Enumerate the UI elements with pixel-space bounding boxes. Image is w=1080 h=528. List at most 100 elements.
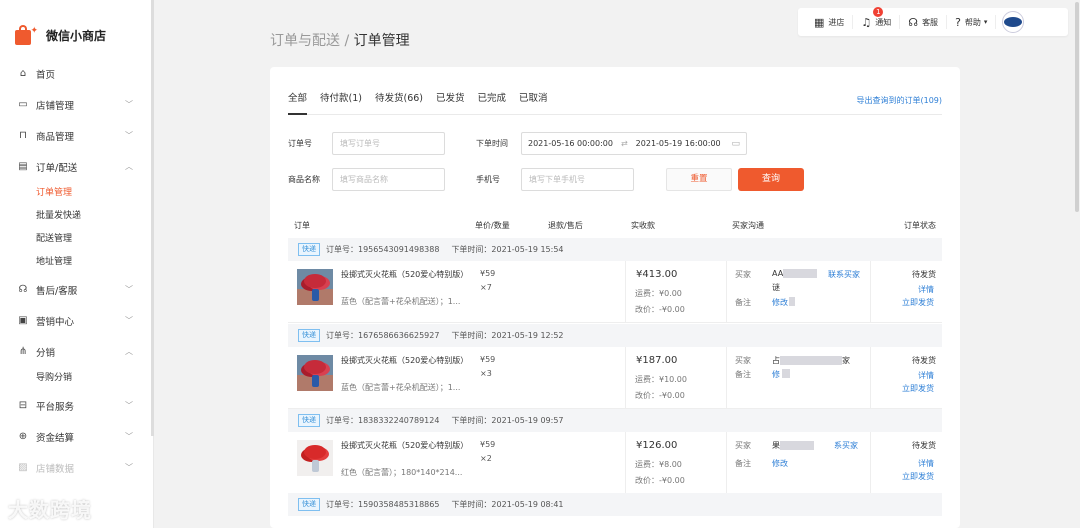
product-spec: 蓝色（配言蕾+花朵机配送）；1... — [341, 383, 461, 392]
contact-buyer-link[interactable]: 联系买家 — [828, 269, 860, 280]
headset-icon: ☊ — [18, 284, 28, 295]
calendar-icon: ▭ — [731, 138, 740, 149]
page-title: 订单与配送 / 订单管理 — [270, 30, 410, 50]
ship-now-link[interactable]: 立即发货 — [902, 297, 934, 308]
sidebar-item-store-data[interactable]: ▨ 店铺数据 ﹀ — [0, 452, 153, 483]
reset-button[interactable]: 重置 — [666, 168, 732, 191]
product-title[interactable]: 投掷式灭火花瓶（520爱心特别版） — [341, 355, 468, 366]
sidebar-item-platform[interactable]: ⊟ 平台服务 ﹀ — [0, 390, 153, 421]
order-detail-link[interactable]: 详情 — [918, 370, 934, 381]
customer-service-button[interactable]: ☊ 客服 — [900, 15, 948, 29]
sidebar-item-aftersales[interactable]: ☊ 售后/客服 ﹀ — [0, 274, 153, 305]
sidebar-item-store[interactable]: ▭ 店铺管理 ﹀ — [0, 89, 153, 120]
column-divider — [625, 432, 626, 493]
sidebar-subitem-batch-shipping[interactable]: 批量发快递 — [0, 205, 153, 228]
export-orders-link[interactable]: 导出查询到的订单(109) — [856, 95, 942, 106]
order-time: 下单时间：2021-05-19 15:54 — [451, 245, 564, 254]
tab-all[interactable]: 全部 — [288, 67, 308, 115]
sidebar-item-label: 售后/客服 — [36, 285, 78, 297]
chevron-up-icon: ︿ — [125, 162, 133, 171]
sidebar-item-label: 资金结算 — [36, 432, 75, 444]
sidebar-subitem-order-management[interactable]: 订单管理 — [0, 182, 153, 205]
sidebar-item-products[interactable]: ⊓ 商品管理 ﹀ — [0, 120, 153, 151]
help-button[interactable]: ? 帮助 ▾ — [947, 15, 997, 29]
order-header: 快递 订单号：1676586636625927 下单时间：2021-05-19 … — [288, 324, 942, 347]
product-title[interactable]: 投掷式灭火花瓶（520爱心特别版） — [341, 269, 468, 280]
order-row: 投掷式灭火花瓶（520爱心特别版） 蓝色（配言蕾+花朵机配送）；1... ¥59… — [288, 261, 942, 323]
product-name-label: 商品名称 — [288, 175, 320, 184]
table-header: 订单 单价/数量 退款/售后 实收款 买家沟通 订单状态 — [288, 216, 942, 236]
enter-store-button[interactable]: ▦ 进店 — [806, 15, 854, 29]
sidebar-item-label: 店铺数据 — [36, 463, 75, 475]
shop-bag-logo-icon: ✦ — [14, 24, 38, 46]
order-time: 下单时间：2021-05-19 12:52 — [451, 331, 564, 340]
ship-now-link[interactable]: 立即发货 — [902, 383, 934, 394]
unit-price: ¥59 — [480, 269, 496, 278]
edit-note-link[interactable]: 修改 — [772, 297, 788, 308]
search-button[interactable]: 查询 — [738, 168, 804, 191]
tab-shipped[interactable]: 已发货 — [436, 67, 465, 115]
product-name-input[interactable]: 填写商品名称 — [332, 168, 445, 191]
product-thumbnail[interactable] — [297, 269, 333, 305]
product-spec: 红色（配言蕾）；180*140*214... — [341, 468, 463, 477]
order-no-input[interactable]: 填写订单号 — [332, 132, 445, 155]
notification-button[interactable]: ♫ 1 通知 — [853, 7, 901, 29]
sidebar-item-distribution[interactable]: ⋔ 分销 ︿ — [0, 336, 153, 367]
sidebar-item-label: 营销中心 — [36, 316, 75, 328]
tab-pending-payment[interactable]: 待付款(1) — [320, 67, 362, 115]
sidebar-item-settlement[interactable]: ⊕ 资金结算 ﹀ — [0, 421, 153, 452]
sidebar-subitem-delivery[interactable]: 配送管理 — [0, 228, 153, 251]
product-thumbnail[interactable] — [297, 440, 333, 476]
quantity: ×2 — [480, 454, 492, 463]
sidebar-item-label: 平台服务 — [36, 401, 75, 413]
brand[interactable]: ✦ 微信小商店 — [0, 12, 153, 58]
express-tag: 快递 — [298, 329, 320, 342]
chevron-down-icon: ﹀ — [125, 432, 133, 441]
order-detail-link[interactable]: 详情 — [918, 458, 934, 469]
edit-note-link[interactable]: 修 — [772, 369, 780, 380]
column-divider — [625, 261, 626, 322]
order-header: 快递 订单号：1590358485318865 下单时间：2021-05-19 … — [288, 493, 942, 516]
sidebar-item-label: 首页 — [36, 69, 56, 81]
edit-note-link[interactable]: 修改 — [772, 458, 788, 469]
tab-pending-shipment[interactable]: 待发货(66) — [375, 67, 423, 115]
ship-now-link[interactable]: 立即发货 — [902, 471, 934, 482]
avatar[interactable] — [1002, 11, 1025, 33]
qrcode-icon: ▦ — [814, 15, 825, 29]
scrollbar-thumb[interactable] — [1075, 2, 1079, 212]
order-number: 订单号：1956543091498388 — [326, 245, 440, 254]
product-title[interactable]: 投掷式灭火花瓶（520爱心特别版） — [341, 440, 468, 451]
orders-card: 全部 待付款(1) 待发货(66) 已发货 已完成 已取消 导出查询到的订单(1… — [270, 67, 960, 528]
express-tag: 快递 — [298, 498, 320, 511]
order-time-range[interactable]: 2021-05-16 00:00:00 ⇄ 2021-05-19 16:00:0… — [521, 132, 747, 155]
page-scrollbar[interactable] — [1074, 0, 1080, 528]
shipping-fee: 运费：¥0.00 — [635, 289, 682, 298]
chevron-down-icon: ﹀ — [125, 131, 133, 140]
tab-cancelled[interactable]: 已取消 — [519, 67, 548, 115]
paid-amount: ¥413.00 — [636, 269, 678, 280]
sidebar-scrollbar[interactable] — [151, 0, 154, 436]
express-tag: 快递 — [298, 414, 320, 427]
breadcrumb[interactable]: 订单与配送 / — [270, 33, 354, 49]
sidebar-item-label: 店铺管理 — [36, 100, 75, 112]
contact-buyer-link[interactable]: 系买家 — [834, 440, 858, 451]
sidebar-item-marketing[interactable]: ▣ 营销中心 ﹀ — [0, 305, 153, 336]
sidebar-item-label: 分销 — [36, 347, 56, 359]
sidebar-subitem-address[interactable]: 地址管理 — [0, 251, 153, 274]
redacted-text — [780, 356, 842, 365]
price-adjustment: 改价：-¥0.00 — [635, 305, 685, 314]
sidebar-item-orders[interactable]: ▤ 订单/配送 ︿ — [0, 151, 153, 182]
briefcase-icon: ⊟ — [18, 400, 28, 411]
phone-input[interactable]: 填写下单手机号 — [521, 168, 634, 191]
note-label: 备注 — [735, 370, 751, 379]
buyer-name-prefix: AA — [772, 269, 784, 278]
buyer-name: AA — [772, 269, 818, 278]
column-divider — [726, 347, 727, 408]
sidebar-subitem-guide-distribution[interactable]: 导购分销 — [0, 367, 153, 390]
order-detail-link[interactable]: 详情 — [918, 284, 934, 295]
chart-icon: ▨ — [18, 462, 28, 473]
product-thumbnail[interactable] — [297, 355, 333, 391]
sidebar-item-home[interactable]: ⌂ 首页 — [0, 58, 153, 89]
unit-price: ¥59 — [480, 355, 496, 364]
tab-completed[interactable]: 已完成 — [478, 67, 507, 115]
